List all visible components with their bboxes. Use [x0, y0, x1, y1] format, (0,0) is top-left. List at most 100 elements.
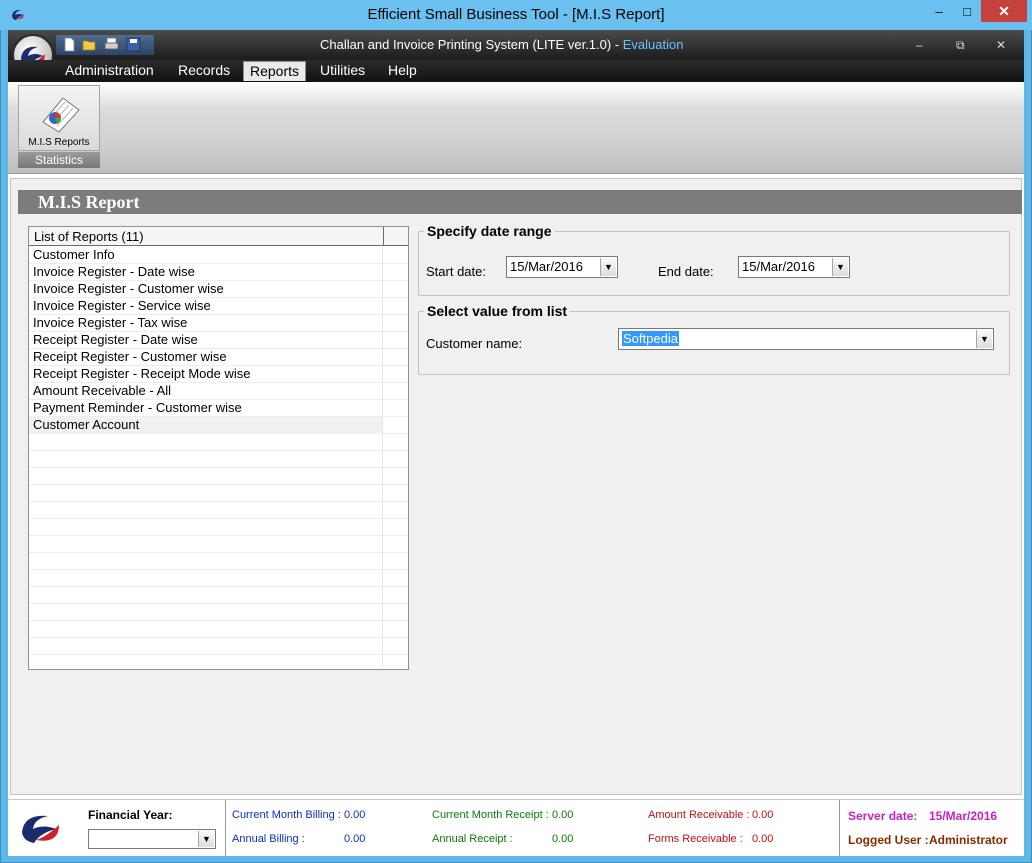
- end-date-picker[interactable]: 15/Mar/2016 ▼: [738, 256, 850, 278]
- list-item: [29, 485, 408, 502]
- list-item: [29, 655, 408, 669]
- annual-billing-label: Annual Billing :: [232, 833, 305, 845]
- list-item[interactable]: Receipt Register - Customer wise: [29, 349, 408, 366]
- logged-user-value: Administrator: [929, 833, 1008, 847]
- reports-list[interactable]: List of Reports (11) Customer Info Invoic…: [28, 226, 409, 670]
- mis-reports-label: M.I.S Reports: [28, 137, 90, 148]
- status-divider: [839, 800, 840, 856]
- app-close-button[interactable]: ✕: [996, 38, 1006, 52]
- window-close-button[interactable]: ✕: [981, 0, 1027, 22]
- app-minimize-button[interactable]: –: [916, 38, 923, 52]
- list-item[interactable]: Payment Reminder - Customer wise: [29, 400, 408, 417]
- amount-receivable-label: Amount Receivable :: [648, 809, 750, 821]
- list-item[interactable]: Receipt Register - Date wise: [29, 332, 408, 349]
- list-item[interactable]: Receipt Register - Receipt Mode wise: [29, 366, 408, 383]
- empty-row-cell: [29, 655, 383, 669]
- list-item: [29, 502, 408, 519]
- status-divider: [225, 800, 226, 856]
- list-item[interactable]: Amount Receivable - All: [29, 383, 408, 400]
- financial-year-combo[interactable]: ▼: [88, 829, 216, 849]
- list-item: [29, 468, 408, 485]
- list-item-label: Receipt Register - Customer wise: [29, 349, 383, 366]
- financial-year-dropdown-icon[interactable]: ▼: [198, 831, 214, 847]
- list-item: [29, 553, 408, 570]
- end-date-value: 15/Mar/2016: [742, 259, 815, 274]
- customer-name-combo[interactable]: Softpedia ▼: [618, 328, 994, 350]
- company-logo-icon: [22, 815, 59, 843]
- list-item[interactable]: Customer Account: [29, 417, 408, 434]
- menu-records[interactable]: Records: [172, 61, 236, 81]
- date-range-title: Specify date range: [424, 223, 555, 239]
- list-item: [29, 570, 408, 587]
- list-item-label: Invoice Register - Customer wise: [29, 281, 383, 298]
- customer-dropdown-icon[interactable]: ▼: [976, 330, 992, 348]
- empty-row-cell: [29, 536, 383, 553]
- annual-receipt-value: 0.00: [552, 833, 574, 845]
- open-folder-icon[interactable]: [82, 37, 97, 52]
- print-icon[interactable]: [104, 37, 119, 52]
- start-date-dropdown-icon[interactable]: ▼: [600, 258, 616, 276]
- empty-row-cell: [29, 621, 383, 638]
- end-date-label: End date:: [658, 264, 714, 279]
- list-item[interactable]: Invoice Register - Date wise: [29, 264, 408, 281]
- list-item: [29, 604, 408, 621]
- annual-receipt-label: Annual Receipt :: [432, 833, 513, 845]
- list-item-label: Receipt Register - Receipt Mode wise: [29, 366, 383, 383]
- current-month-billing-value: 0.00: [344, 809, 366, 821]
- ribbon: [8, 82, 1024, 174]
- menu-utilities[interactable]: Utilities: [314, 61, 371, 81]
- empty-row-cell: [29, 553, 383, 570]
- empty-row-cell: [29, 434, 383, 451]
- empty-row-cell: [29, 638, 383, 655]
- window-minimize-button[interactable]: –: [925, 0, 953, 22]
- list-item-label: Invoice Register - Date wise: [29, 264, 383, 281]
- list-item: [29, 638, 408, 655]
- customer-name-value: Softpedia: [622, 331, 679, 346]
- new-document-icon[interactable]: [62, 37, 77, 52]
- empty-row-cell: [29, 604, 383, 621]
- ribbon-group-statistics: Statistics: [18, 152, 100, 168]
- start-date-value: 15/Mar/2016: [510, 259, 583, 274]
- list-item-label: Invoice Register - Service wise: [29, 298, 383, 315]
- menu-help[interactable]: Help: [382, 61, 423, 81]
- list-item[interactable]: Invoice Register - Tax wise: [29, 315, 408, 332]
- empty-row-cell: [29, 570, 383, 587]
- app-restore-button[interactable]: ⧉: [956, 38, 965, 53]
- logged-user-label: Logged User :: [848, 833, 929, 847]
- list-item[interactable]: Invoice Register - Customer wise: [29, 281, 408, 298]
- start-date-picker[interactable]: 15/Mar/2016 ▼: [506, 256, 618, 278]
- empty-row-cell: [29, 502, 383, 519]
- list-item-label: Amount Receivable - All: [29, 383, 383, 400]
- current-month-receipt-label: Current Month Receipt :: [432, 809, 549, 821]
- list-item: [29, 536, 408, 553]
- list-item: [29, 451, 408, 468]
- menu-reports[interactable]: Reports: [243, 61, 307, 81]
- save-icon[interactable]: [126, 37, 141, 52]
- server-date-label: Server date:: [848, 809, 918, 823]
- value-list-title: Select value from list: [424, 303, 571, 319]
- window-title: Efficient Small Business Tool - [M.I.S R…: [367, 6, 665, 23]
- reports-list-header[interactable]: List of Reports (11): [29, 227, 384, 246]
- report-title: M.I.S Report: [38, 192, 140, 212]
- financial-year-label: Financial Year:: [88, 808, 173, 822]
- current-month-receipt-value: 0.00: [552, 809, 574, 821]
- list-item-label: Invoice Register - Tax wise: [29, 315, 383, 332]
- window-maximize-button[interactable]: □: [953, 0, 981, 22]
- menu-bar: [8, 60, 1024, 82]
- empty-row-cell: [29, 468, 383, 485]
- list-item: [29, 621, 408, 638]
- list-item[interactable]: Customer Info: [29, 247, 408, 264]
- menu-administration[interactable]: Administration: [59, 61, 160, 81]
- start-date-label: Start date:: [426, 264, 486, 279]
- list-item: [29, 587, 408, 604]
- list-item-label: Customer Account: [29, 417, 383, 434]
- forms-receivable-label: Forms Receivable :: [648, 833, 743, 845]
- reports-list-header-spacer: [384, 227, 408, 246]
- customer-name-label: Customer name:: [426, 336, 523, 351]
- server-date-value: 15/Mar/2016: [929, 809, 998, 823]
- empty-row-cell: [29, 519, 383, 536]
- app-title: Challan and Invoice Printing System (LIT…: [320, 37, 683, 52]
- empty-row-cell: [29, 451, 383, 468]
- list-item[interactable]: Invoice Register - Service wise: [29, 298, 408, 315]
- end-date-dropdown-icon[interactable]: ▼: [832, 258, 848, 276]
